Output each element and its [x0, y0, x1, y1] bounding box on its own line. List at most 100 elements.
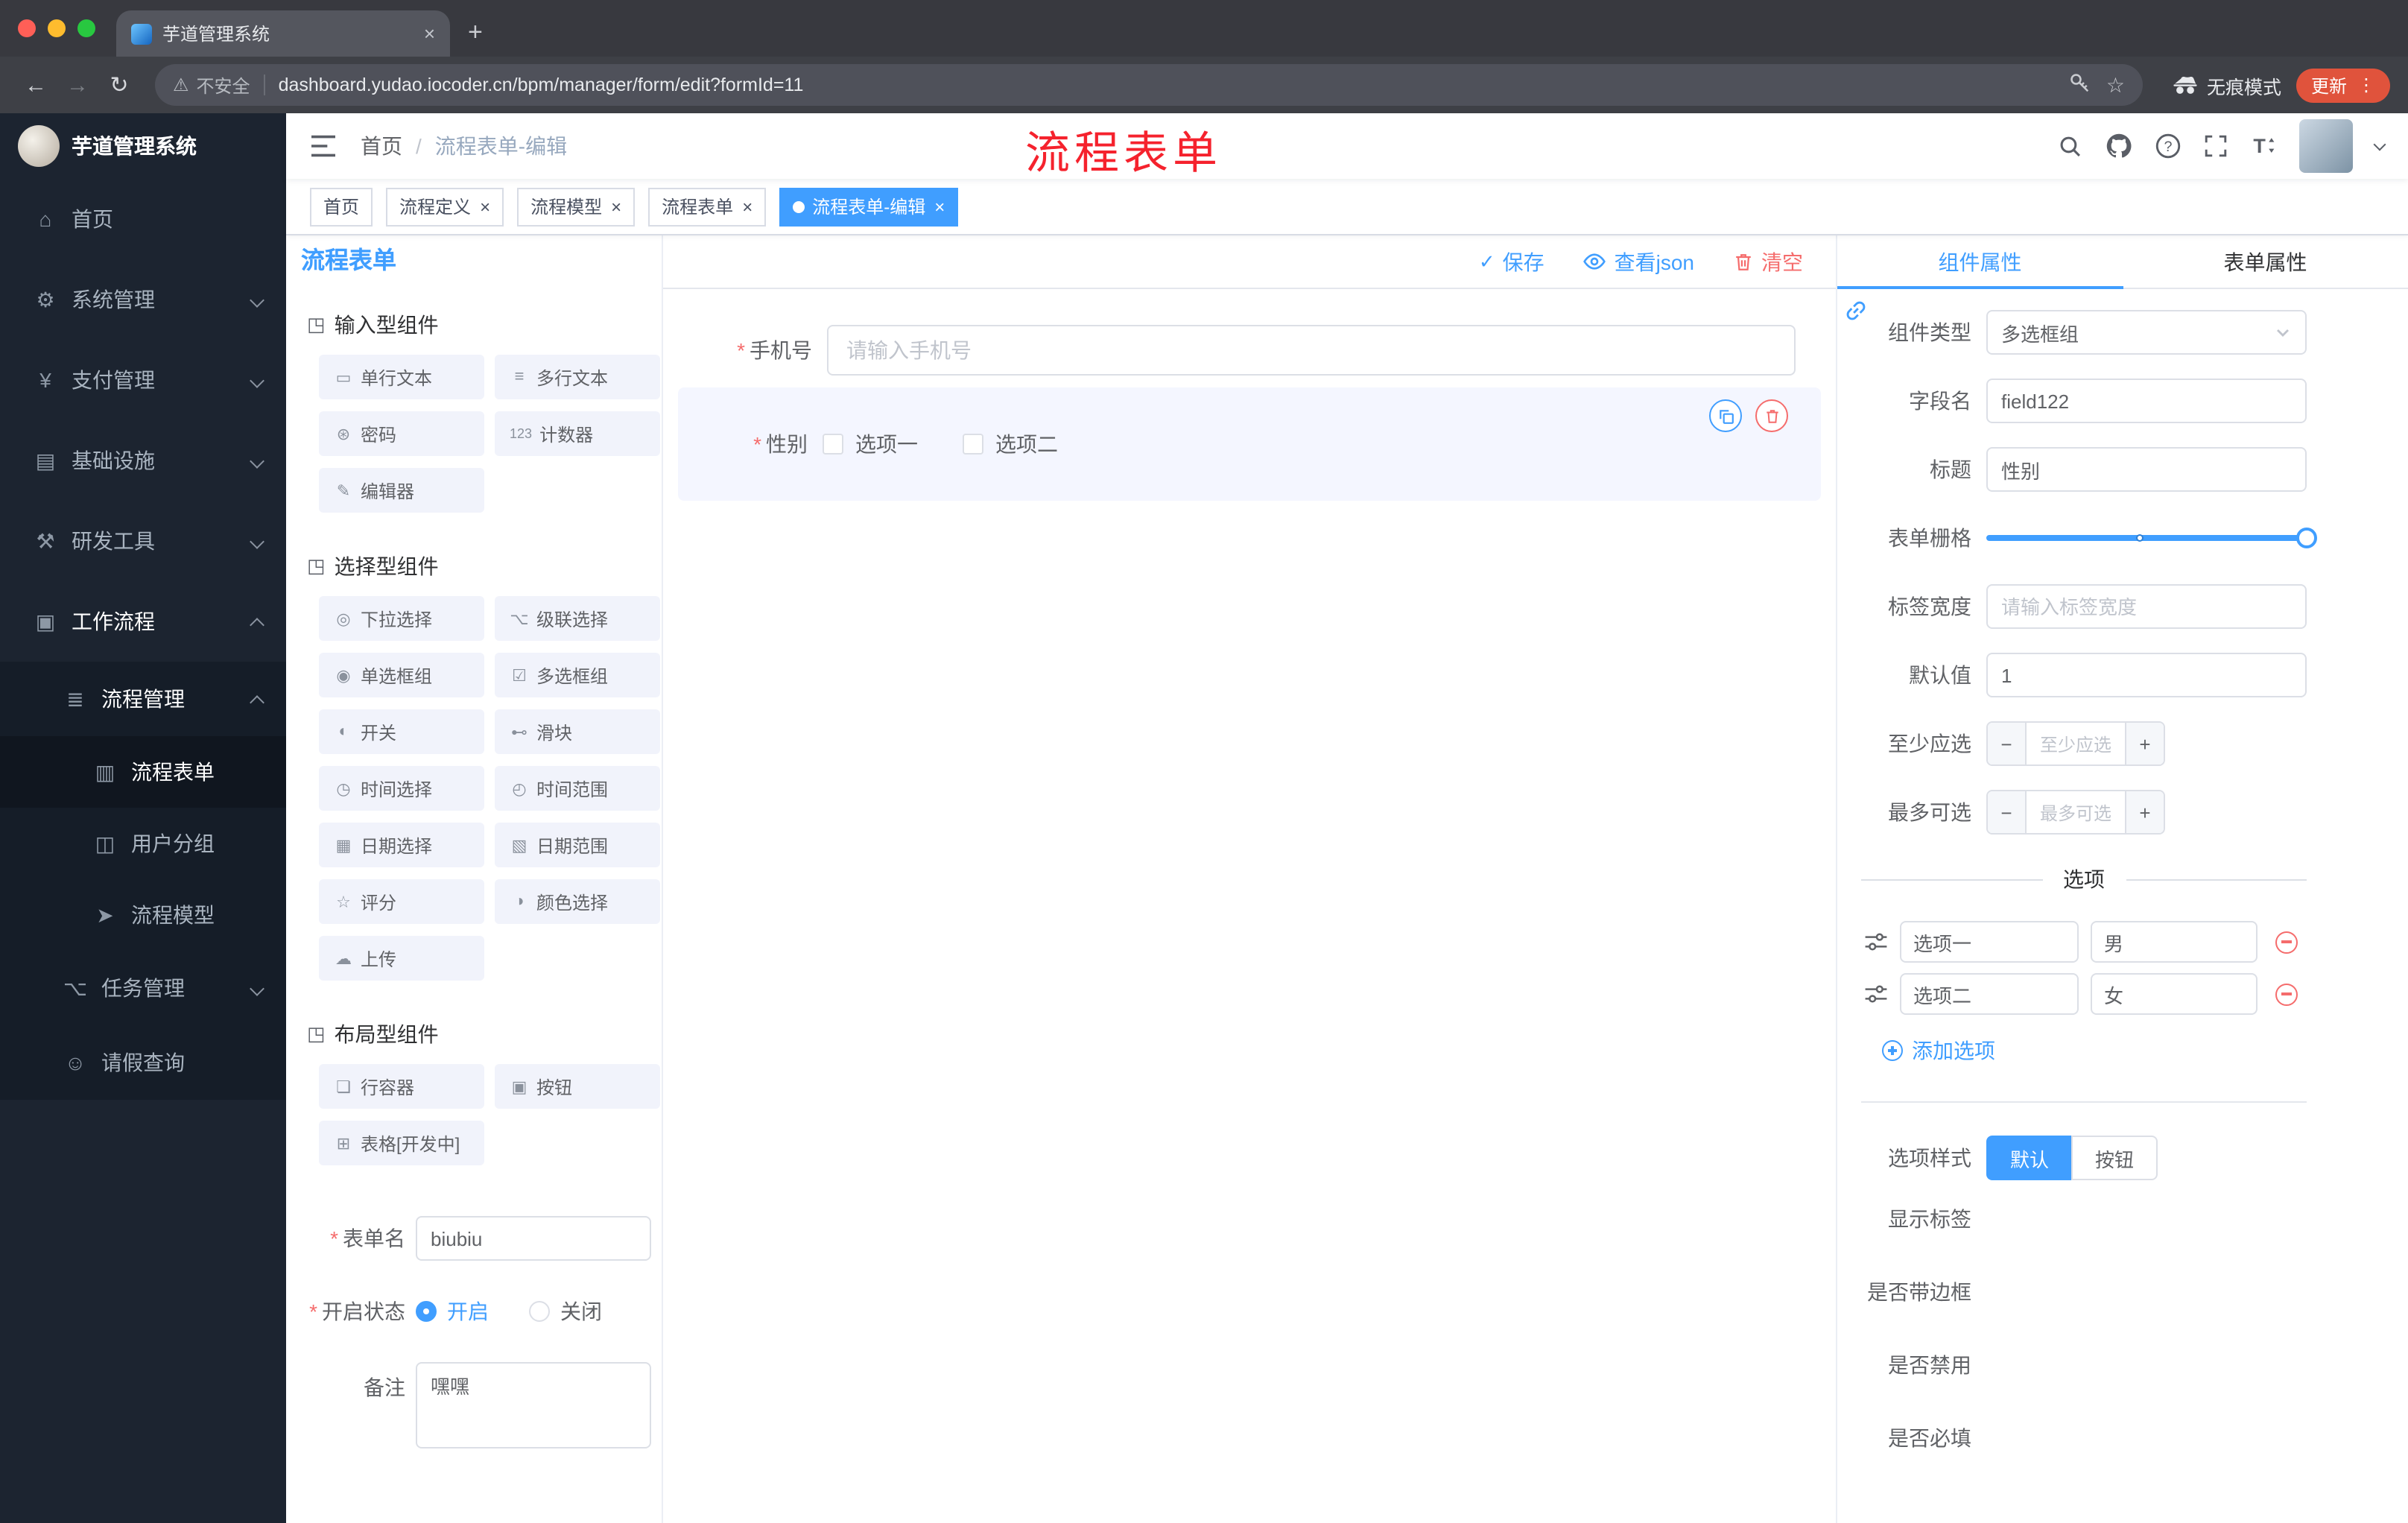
status-off-radio[interactable] — [529, 1301, 550, 1322]
close-tag-icon[interactable]: × — [742, 197, 752, 215]
phone-field-row[interactable]: * 手机号 — [678, 325, 1821, 376]
component-chip-upload[interactable]: ☁ 上传 — [319, 936, 484, 981]
sidebar-item-infrastructure[interactable]: ▤ 基础设施 — [0, 420, 286, 501]
tag-process-form-edit[interactable]: 流程表单-编辑 × — [779, 187, 959, 226]
help-icon[interactable]: ? — [2155, 133, 2182, 159]
component-chip-counter[interactable]: 123 计数器 — [495, 411, 660, 456]
tag-home[interactable]: 首页 — [310, 187, 373, 226]
component-chip-date-picker[interactable]: ▦ 日期选择 — [319, 823, 484, 867]
drag-handle-icon[interactable] — [1864, 984, 1888, 1004]
component-chip-row-container[interactable]: ❏ 行容器 — [319, 1064, 484, 1109]
form-name-input[interactable] — [416, 1216, 651, 1261]
bookmark-star-icon[interactable]: ☆ — [2106, 72, 2125, 98]
avatar-dropdown-caret[interactable] — [2373, 137, 2386, 151]
component-chip-button[interactable]: ▣ 按钮 — [495, 1064, 660, 1109]
field-name-input[interactable] — [1986, 379, 2307, 423]
sidebar-item-user-group[interactable]: ◫ 用户分组 — [0, 808, 286, 879]
reload-icon[interactable]: ↻ — [98, 72, 140, 98]
tag-process-model[interactable]: 流程模型 × — [517, 187, 636, 226]
window-controls[interactable] — [18, 19, 95, 37]
sidebar-item-system[interactable]: ⚙ 系统管理 — [0, 259, 286, 340]
component-chip-color-picker[interactable]: ◑ 颜色选择 — [495, 879, 660, 924]
new-tab-button[interactable]: + — [468, 18, 483, 48]
title-input[interactable] — [1986, 447, 2307, 492]
github-icon[interactable] — [2106, 133, 2132, 159]
increase-icon[interactable]: + — [2125, 723, 2164, 764]
component-chip-switch[interactable]: ◐ 开关 — [319, 709, 484, 754]
view-json-button[interactable]: 查看json — [1583, 247, 1694, 276]
option-label-input[interactable] — [1900, 973, 2079, 1015]
component-chip-rate[interactable]: ☆ 评分 — [319, 879, 484, 924]
password-key-icon[interactable] — [2069, 72, 2091, 98]
address-bar[interactable]: ⚠ 不安全 dashboard.yudao.iocoder.cn/bpm/man… — [155, 64, 2143, 106]
user-avatar[interactable] — [2299, 119, 2353, 173]
sidebar-item-process-model[interactable]: ➤ 流程模型 — [0, 879, 286, 951]
component-chip-editor[interactable]: ✎ 编辑器 — [319, 468, 484, 513]
remark-textarea[interactable]: 嘿嘿 — [416, 1362, 651, 1448]
close-tab-icon[interactable]: × — [424, 22, 435, 45]
add-option-button[interactable]: 添加选项 — [1882, 1036, 2307, 1066]
sidebar-item-home[interactable]: ⌂ 首页 — [0, 179, 286, 259]
status-on-label[interactable]: 开启 — [447, 1296, 489, 1326]
component-chip-cascader[interactable]: ⌥ 级联选择 — [495, 596, 660, 641]
option-label-input[interactable] — [1900, 921, 2079, 963]
gender-option-1[interactable]: 选项一 — [823, 429, 918, 459]
default-value-input[interactable] — [1986, 653, 2307, 697]
component-chip-table[interactable]: ⊞ 表格[开发中] — [319, 1121, 484, 1165]
sidebar-item-payment[interactable]: ¥ 支付管理 — [0, 340, 286, 420]
tab-component-properties[interactable]: 组件属性 — [1837, 235, 2123, 289]
copy-component-button[interactable] — [1709, 399, 1742, 432]
url-text[interactable]: dashboard.yudao.iocoder.cn/bpm/manager/f… — [279, 75, 2069, 95]
component-chip-slider[interactable]: ⊷ 滑块 — [495, 709, 660, 754]
tag-process-definition[interactable]: 流程定义 × — [386, 187, 504, 226]
component-chip-multi-text[interactable]: ≡ 多行文本 — [495, 355, 660, 399]
status-on-radio[interactable] — [416, 1301, 437, 1322]
forward-icon[interactable]: → — [57, 72, 98, 98]
minimize-window-button[interactable] — [48, 19, 66, 37]
drag-handle-icon[interactable] — [1864, 931, 1888, 952]
delete-component-button[interactable] — [1755, 399, 1788, 432]
maximize-window-button[interactable] — [77, 19, 95, 37]
close-window-button[interactable] — [18, 19, 36, 37]
clear-button[interactable]: 清空 — [1733, 247, 1803, 276]
style-default-button[interactable]: 默认 — [1986, 1136, 2072, 1180]
style-button-button[interactable]: 按钮 — [2071, 1136, 2158, 1180]
sidebar-item-process-management[interactable]: ≣ 流程管理 — [0, 662, 286, 736]
max-count-stepper[interactable]: − 最多可选 + — [1986, 790, 2165, 835]
label-width-input[interactable] — [1986, 584, 2307, 629]
breadcrumb-home[interactable]: 首页 — [361, 131, 402, 161]
back-icon[interactable]: ← — [15, 72, 57, 98]
component-chip-single-text[interactable]: ▭ 单行文本 — [319, 355, 484, 399]
option-value-input[interactable] — [2091, 921, 2258, 963]
option-value-input[interactable] — [2091, 973, 2258, 1015]
slider-track[interactable] — [1986, 528, 2317, 548]
sidebar-item-process-form[interactable]: ▥ 流程表单 — [0, 736, 286, 808]
save-button[interactable]: ✓ 保存 — [1479, 247, 1544, 276]
form-grid-slider[interactable] — [1986, 516, 2317, 560]
collapse-sidebar-icon[interactable] — [310, 134, 337, 158]
sidebar-item-task-management[interactable]: ⌥ 任务管理 — [0, 951, 286, 1025]
browser-tab[interactable]: 芋道管理系统 × — [116, 10, 450, 57]
font-size-icon[interactable]: T — [2250, 133, 2277, 159]
fullscreen-icon[interactable] — [2204, 134, 2228, 158]
status-off-label[interactable]: 关闭 — [560, 1296, 602, 1326]
gender-option-2[interactable]: 选项二 — [963, 429, 1058, 459]
tab-form-properties[interactable]: 表单属性 — [2123, 235, 2408, 288]
component-chip-checkbox-group[interactable]: ☑ 多选框组 — [495, 653, 660, 697]
phone-input[interactable] — [827, 325, 1796, 376]
component-chip-radio-group[interactable]: ◉ 单选框组 — [319, 653, 484, 697]
sidebar-item-workflow[interactable]: ▣ 工作流程 — [0, 581, 286, 662]
min-count-stepper[interactable]: − 至少应选 + — [1986, 721, 2165, 766]
selected-gender-component[interactable]: * 性别 选项一 选项二 — [678, 387, 1821, 501]
component-chip-select[interactable]: ◎ 下拉选择 — [319, 596, 484, 641]
close-tag-icon[interactable]: × — [611, 197, 621, 215]
checkbox[interactable] — [963, 434, 983, 455]
slider-handle[interactable] — [2296, 528, 2317, 548]
checkbox[interactable] — [823, 434, 843, 455]
component-type-select[interactable]: 多选框组 — [1986, 310, 2307, 355]
tag-process-form[interactable]: 流程表单 × — [648, 187, 767, 226]
component-chip-date-range[interactable]: ▧ 日期范围 — [495, 823, 660, 867]
search-icon[interactable] — [2058, 133, 2083, 159]
sidebar-item-leave-query[interactable]: ☺ 请假查询 — [0, 1025, 286, 1100]
decrease-icon[interactable]: − — [1988, 723, 2027, 764]
